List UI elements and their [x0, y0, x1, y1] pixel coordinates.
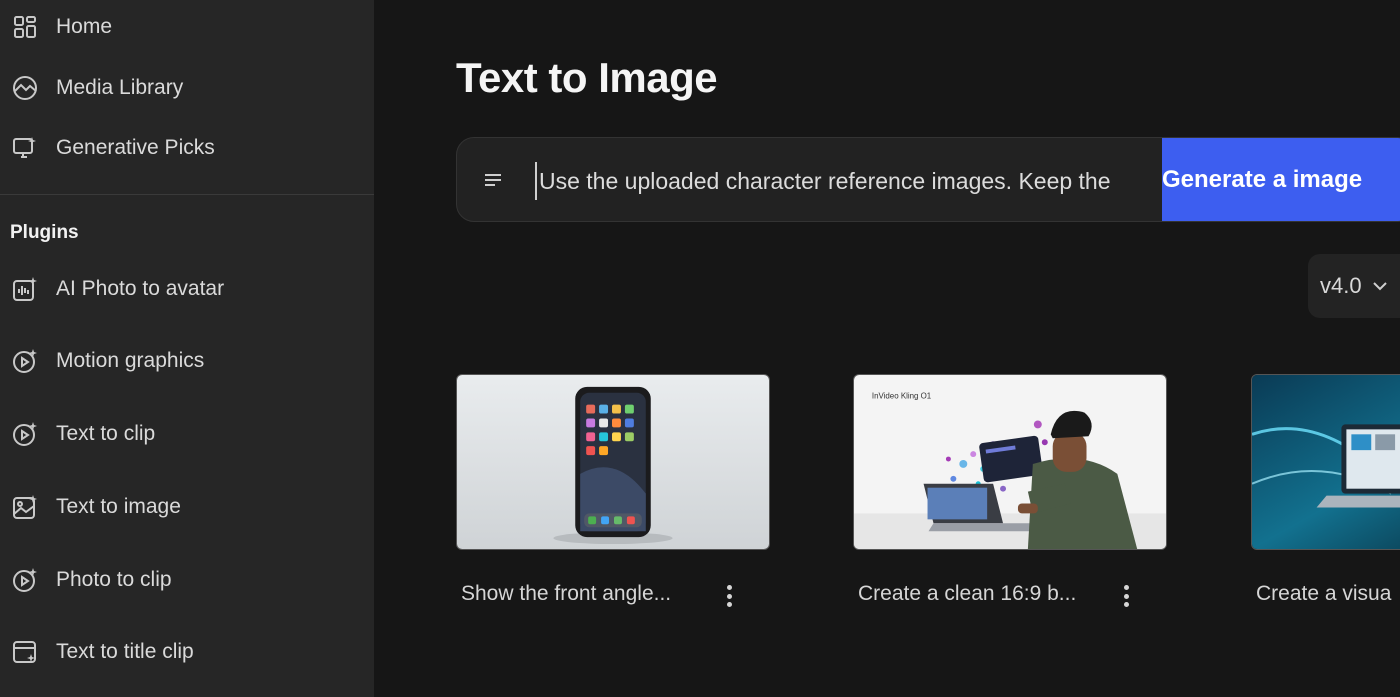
- version-value: v4.0: [1320, 273, 1362, 298]
- result-thumbnail-laptop-blue[interactable]: [1251, 374, 1400, 550]
- sidebar-item-label: Generative Picks: [56, 136, 215, 159]
- window-sparkle-icon: [10, 637, 40, 667]
- result-caption: Show the front angle...: [461, 582, 672, 605]
- sidebar-item-label: Text to clip: [56, 422, 156, 445]
- plugins-heading: Plugins: [10, 222, 79, 243]
- sidebar-item-motion-graphics[interactable]: Motion graphics: [0, 335, 374, 387]
- sidebar: Home Media Library Generative Picks Plug…: [0, 0, 374, 697]
- image-landscape-icon: [10, 73, 40, 103]
- result-caption: Create a visua: [1256, 582, 1392, 605]
- sidebar-item-generative-picks[interactable]: Generative Picks: [0, 122, 374, 174]
- generate-image-button[interactable]: Generate a image: [1162, 138, 1400, 221]
- sidebar-item-text-to-clip[interactable]: Text to clip: [0, 408, 374, 460]
- sidebar-item-photo-to-clip[interactable]: Photo to clip: [0, 554, 374, 606]
- thumbnail-overlay-text: InVideo Kling O1: [872, 392, 932, 401]
- chevron-down-icon: [1372, 282, 1387, 291]
- play-sparkle-icon: [10, 565, 40, 595]
- avatar-sparkle-icon: [10, 274, 40, 304]
- image-sparkle-icon: [10, 492, 40, 522]
- sidebar-item-label: AI Photo to avatar: [56, 277, 225, 300]
- version-select[interactable]: v4.0: [1308, 254, 1400, 318]
- generate-image-label: Generate a image: [1162, 166, 1363, 193]
- more-options-icon[interactable]: [722, 583, 736, 609]
- sidebar-item-text-to-title-clip[interactable]: Text to title clip: [0, 626, 374, 678]
- sidebar-item-media-library[interactable]: Media Library: [0, 62, 374, 114]
- sidebar-item-ai-photo-to-avatar[interactable]: AI Photo to avatar: [0, 263, 374, 315]
- sidebar-item-label: Motion graphics: [56, 349, 205, 372]
- sidebar-item-label: Media Library: [56, 76, 184, 99]
- sidebar-divider: [0, 194, 374, 195]
- sidebar-item-text-to-image[interactable]: Text to image: [0, 481, 374, 533]
- result-caption: Create a clean 16:9 b...: [858, 582, 1077, 605]
- prompt-bar: Generate a image: [456, 137, 1400, 222]
- sidebar-item-label: Photo to clip: [56, 568, 172, 591]
- sidebar-item-home[interactable]: Home: [0, 1, 374, 53]
- result-thumbnail-man-laptop[interactable]: InVideo Kling O1: [853, 374, 1167, 550]
- sidebar-item-label: Text to image: [56, 495, 181, 518]
- app-root: Home Media Library Generative Picks Plug…: [0, 0, 1400, 697]
- sidebar-item-label: Home: [56, 15, 113, 38]
- result-thumbnail-phone[interactable]: [456, 374, 770, 550]
- sidebar-item-label: Text to title clip: [56, 640, 194, 663]
- grid-icon: [10, 12, 40, 42]
- result-card: Create a visua: [1251, 374, 1400, 614]
- page-title: Text to Image: [456, 54, 718, 101]
- monitor-sparkle-icon: [10, 133, 40, 163]
- more-options-icon[interactable]: [1119, 583, 1133, 609]
- main-content: Text to Image Generate a image v4.0: [374, 0, 1400, 697]
- prompt-input[interactable]: [535, 162, 1163, 200]
- play-sparkle-icon: [10, 346, 40, 376]
- play-sparkle-icon: [10, 419, 40, 449]
- text-lines-icon: [485, 174, 501, 186]
